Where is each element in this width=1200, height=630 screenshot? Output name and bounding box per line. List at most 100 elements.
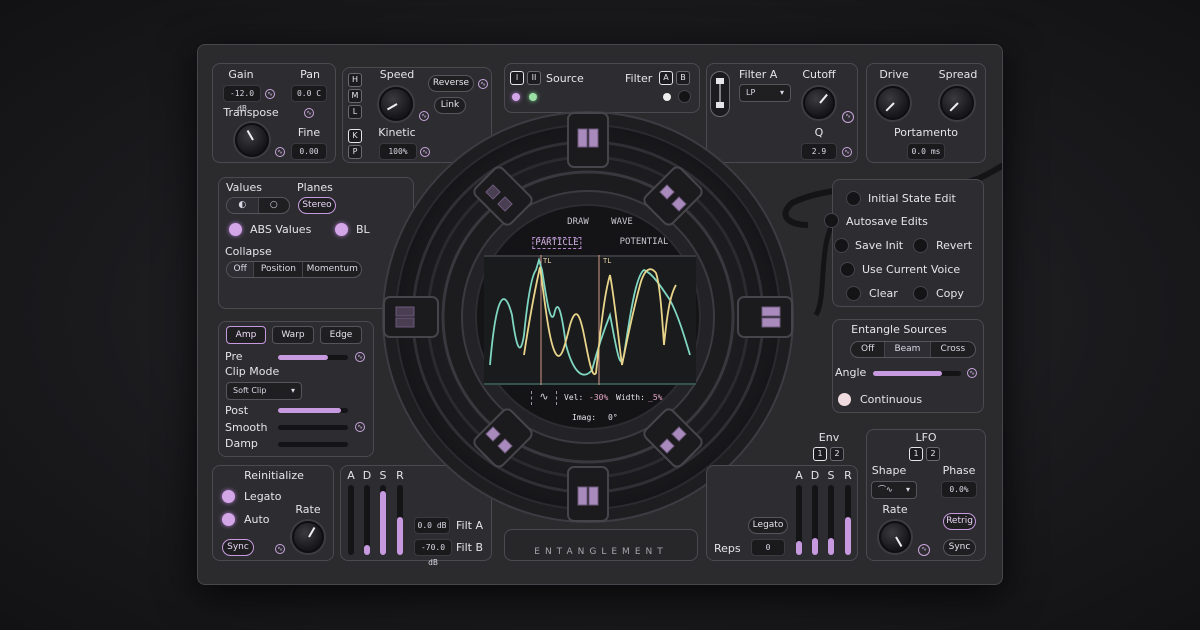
adsr-left-a-slider[interactable] [348, 485, 354, 555]
drive-label: Drive [879, 68, 909, 81]
sync-button-left[interactable]: Sync [222, 539, 254, 556]
cutoff-knob[interactable] [803, 87, 835, 119]
vel-value[interactable]: -30% [589, 393, 608, 402]
values-toggle[interactable]: ◐ ○ [226, 197, 290, 214]
values-toggle-left[interactable]: ◐ [227, 198, 259, 213]
tab-wave[interactable]: WAVE [611, 217, 633, 227]
filter-type-select[interactable]: LP [739, 84, 791, 102]
collapse-selector[interactable]: Off Position Momentum [226, 261, 362, 278]
mode-button-h[interactable]: H [348, 73, 362, 87]
spread-knob[interactable] [940, 86, 974, 120]
pan-mod-icon[interactable]: ∿ [304, 108, 314, 118]
tab-potential[interactable]: POTENTIAL [620, 237, 669, 247]
lfo-shape-select[interactable]: ⌒∿ [871, 481, 917, 499]
tab-draw[interactable]: DRAW [567, 217, 589, 227]
mode-button-p[interactable]: P [348, 145, 362, 159]
transpose-knob[interactable] [235, 123, 269, 157]
save-init-button[interactable]: Save Init [855, 239, 903, 252]
waveform-display[interactable] [484, 255, 696, 385]
clear-button-icon[interactable] [846, 286, 861, 301]
source-button-1[interactable]: I [510, 71, 524, 85]
save-init-button-icon[interactable] [834, 238, 849, 253]
env-a-slider[interactable] [796, 485, 802, 555]
abs-values-toggle[interactable] [229, 223, 242, 236]
reverse-button[interactable]: Reverse [428, 75, 474, 92]
continuous-toggle[interactable] [838, 393, 851, 406]
pre-mod-icon[interactable]: ∿ [355, 352, 365, 362]
auto-toggle[interactable] [222, 513, 235, 526]
filter-b-indicator[interactable] [678, 90, 691, 103]
lfo-rate-knob[interactable] [879, 521, 911, 553]
revert-button[interactable]: Revert [936, 239, 972, 252]
entangle-beam[interactable]: Beam [885, 342, 931, 357]
lfo-sync-button[interactable]: Sync [943, 539, 976, 556]
env-d-slider[interactable] [812, 485, 818, 555]
retrig-button[interactable]: Retrig [943, 513, 976, 530]
fine-value[interactable]: 0.00 [291, 143, 327, 160]
autosave-label: Autosave Edits [846, 215, 928, 228]
reverse-mod-icon[interactable]: ∿ [478, 79, 488, 89]
revert-button-icon[interactable] [913, 238, 928, 253]
env-s-slider[interactable] [828, 485, 834, 555]
gain-mod-icon[interactable]: ∿ [265, 89, 275, 99]
vel-label: Vel: [564, 393, 584, 402]
env-2-button[interactable]: 2 [830, 447, 844, 461]
mode-button-k[interactable]: K [348, 129, 362, 143]
smooth-slider[interactable] [278, 425, 348, 430]
autosave-toggle[interactable] [824, 213, 839, 228]
gain-value[interactable]: -12.0 dB [223, 85, 261, 113]
rate-mod-icon-left[interactable]: ∿ [275, 544, 285, 554]
width-value[interactable]: _5% [648, 393, 662, 402]
legato-toggle[interactable] [222, 490, 235, 503]
reinit-rate-knob[interactable] [292, 521, 324, 553]
copy-button[interactable]: Copy [936, 287, 964, 300]
transpose-mod-icon[interactable]: ∿ [275, 147, 285, 157]
values-toggle-right[interactable]: ○ [259, 198, 290, 213]
clear-button[interactable]: Clear [869, 287, 898, 300]
tab-edge[interactable]: Edge [320, 326, 362, 344]
collapse-position[interactable]: Position [254, 262, 304, 277]
bl-toggle[interactable] [335, 223, 348, 236]
cutoff-mod-icon[interactable]: ∿ [842, 111, 854, 123]
source-2-indicator [529, 93, 537, 101]
filter-b-button[interactable]: B [676, 71, 690, 85]
planes-select[interactable]: Stereo [298, 197, 336, 214]
imag-value[interactable]: 0° [608, 413, 618, 422]
env-legato-button[interactable]: Legato [748, 517, 788, 534]
tab-amp[interactable]: Amp [226, 326, 266, 344]
collapse-off[interactable]: Off [227, 262, 255, 277]
env-r-slider[interactable] [845, 485, 851, 555]
clip-mode-select[interactable]: Soft Clip [226, 382, 302, 400]
smooth-mod-icon[interactable]: ∿ [355, 422, 365, 432]
tab-particle[interactable]: PARTICLE [532, 237, 582, 249]
lfo-2-button[interactable]: 2 [926, 447, 940, 461]
mode-button-m[interactable]: M [348, 89, 362, 103]
angle-mod-icon[interactable]: ∿ [967, 368, 977, 378]
lfo-rate-mod-icon[interactable]: ∿ [918, 544, 930, 556]
phase-value[interactable]: 0.0% [941, 481, 977, 498]
reps-value[interactable]: 0 [751, 539, 785, 556]
tab-warp[interactable]: Warp [272, 326, 314, 344]
damp-slider[interactable] [278, 442, 348, 447]
lfo-1-button[interactable]: 1 [909, 447, 923, 461]
copy-button-icon[interactable] [913, 286, 928, 301]
pan-value[interactable]: 0.0 C [291, 85, 327, 102]
collapse-momentum[interactable]: Momentum [303, 262, 361, 277]
source-button-2[interactable]: II [527, 71, 541, 85]
filter-a-button[interactable]: A [659, 71, 673, 85]
drive-knob[interactable] [876, 86, 910, 120]
use-current-toggle[interactable] [840, 262, 855, 277]
spread-label: Spread [938, 68, 978, 81]
env-1-button[interactable]: 1 [813, 447, 827, 461]
post-slider[interactable] [278, 408, 348, 413]
entangle-selector[interactable]: Off Beam Cross [850, 341, 976, 358]
entangle-off[interactable]: Off [851, 342, 886, 357]
angle-slider[interactable] [873, 371, 961, 376]
initial-state-toggle[interactable] [846, 191, 861, 206]
filt-b-value[interactable]: -70.0 dB [414, 539, 452, 567]
adsr-left-d-slider[interactable] [364, 485, 370, 555]
pre-slider[interactable] [278, 355, 348, 360]
wave-shape-icon[interactable]: ∿ [531, 391, 557, 405]
mode-button-l[interactable]: L [348, 105, 362, 119]
entangle-cross[interactable]: Cross [931, 342, 975, 357]
